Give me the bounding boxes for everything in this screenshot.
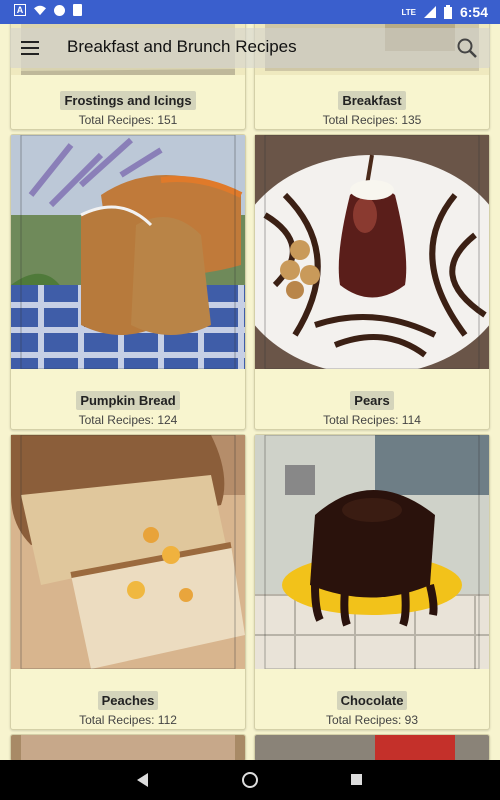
category-image [11,135,245,369]
recent-apps-icon[interactable] [351,774,362,785]
navigation-bar [0,760,500,800]
home-icon[interactable] [242,772,258,788]
back-icon[interactable] [137,773,148,787]
battery-icon [443,5,452,19]
hamburger-menu-icon[interactable] [21,41,39,55]
category-card[interactable]: Chocolate Total Recipes: 93 [254,434,490,730]
category-card[interactable]: Peaches Total Recipes: 112 [10,434,246,730]
category-image [255,435,489,669]
category-card[interactable]: Pumpkin Bread Total Recipes: 124 [10,134,246,430]
category-image [255,735,489,761]
category-title: Peaches [97,691,159,710]
category-title: Pears [350,391,394,410]
clock: 6:54 [459,4,488,20]
category-title: Pumpkin Bread [76,391,180,410]
category-card[interactable] [10,734,246,762]
category-title: Frostings and Icings [60,91,196,110]
category-count: Total Recipes: 112 [79,713,177,727]
category-image [255,135,489,369]
category-count: Total Recipes: 114 [323,413,421,427]
category-image [11,735,245,761]
category-title: Breakfast [338,91,406,110]
category-title: Chocolate [336,691,408,710]
sync-icon [54,4,65,16]
signal-icon [423,6,436,18]
lte-label: LTE [401,7,416,17]
search-icon[interactable] [456,37,478,59]
category-card[interactable] [254,734,490,762]
category-image [11,435,245,669]
app-toolbar: Breakfast and Brunch Recipes [10,28,490,68]
category-grid: Frostings and Icings Total Recipes: 151 … [0,0,500,762]
status-bar: A LTE 6:54 [0,0,500,24]
category-count: Total Recipes: 124 [78,413,178,427]
category-count: Total Recipes: 135 [322,113,422,127]
sd-card-icon [73,4,82,16]
page-title: Breakfast and Brunch Recipes [67,37,297,56]
wifi-icon [34,5,46,16]
category-count: Total Recipes: 151 [78,113,178,127]
notification-a-icon: A [14,4,26,16]
category-card[interactable]: Pears Total Recipes: 114 [254,134,490,430]
category-count: Total Recipes: 93 [325,713,419,727]
